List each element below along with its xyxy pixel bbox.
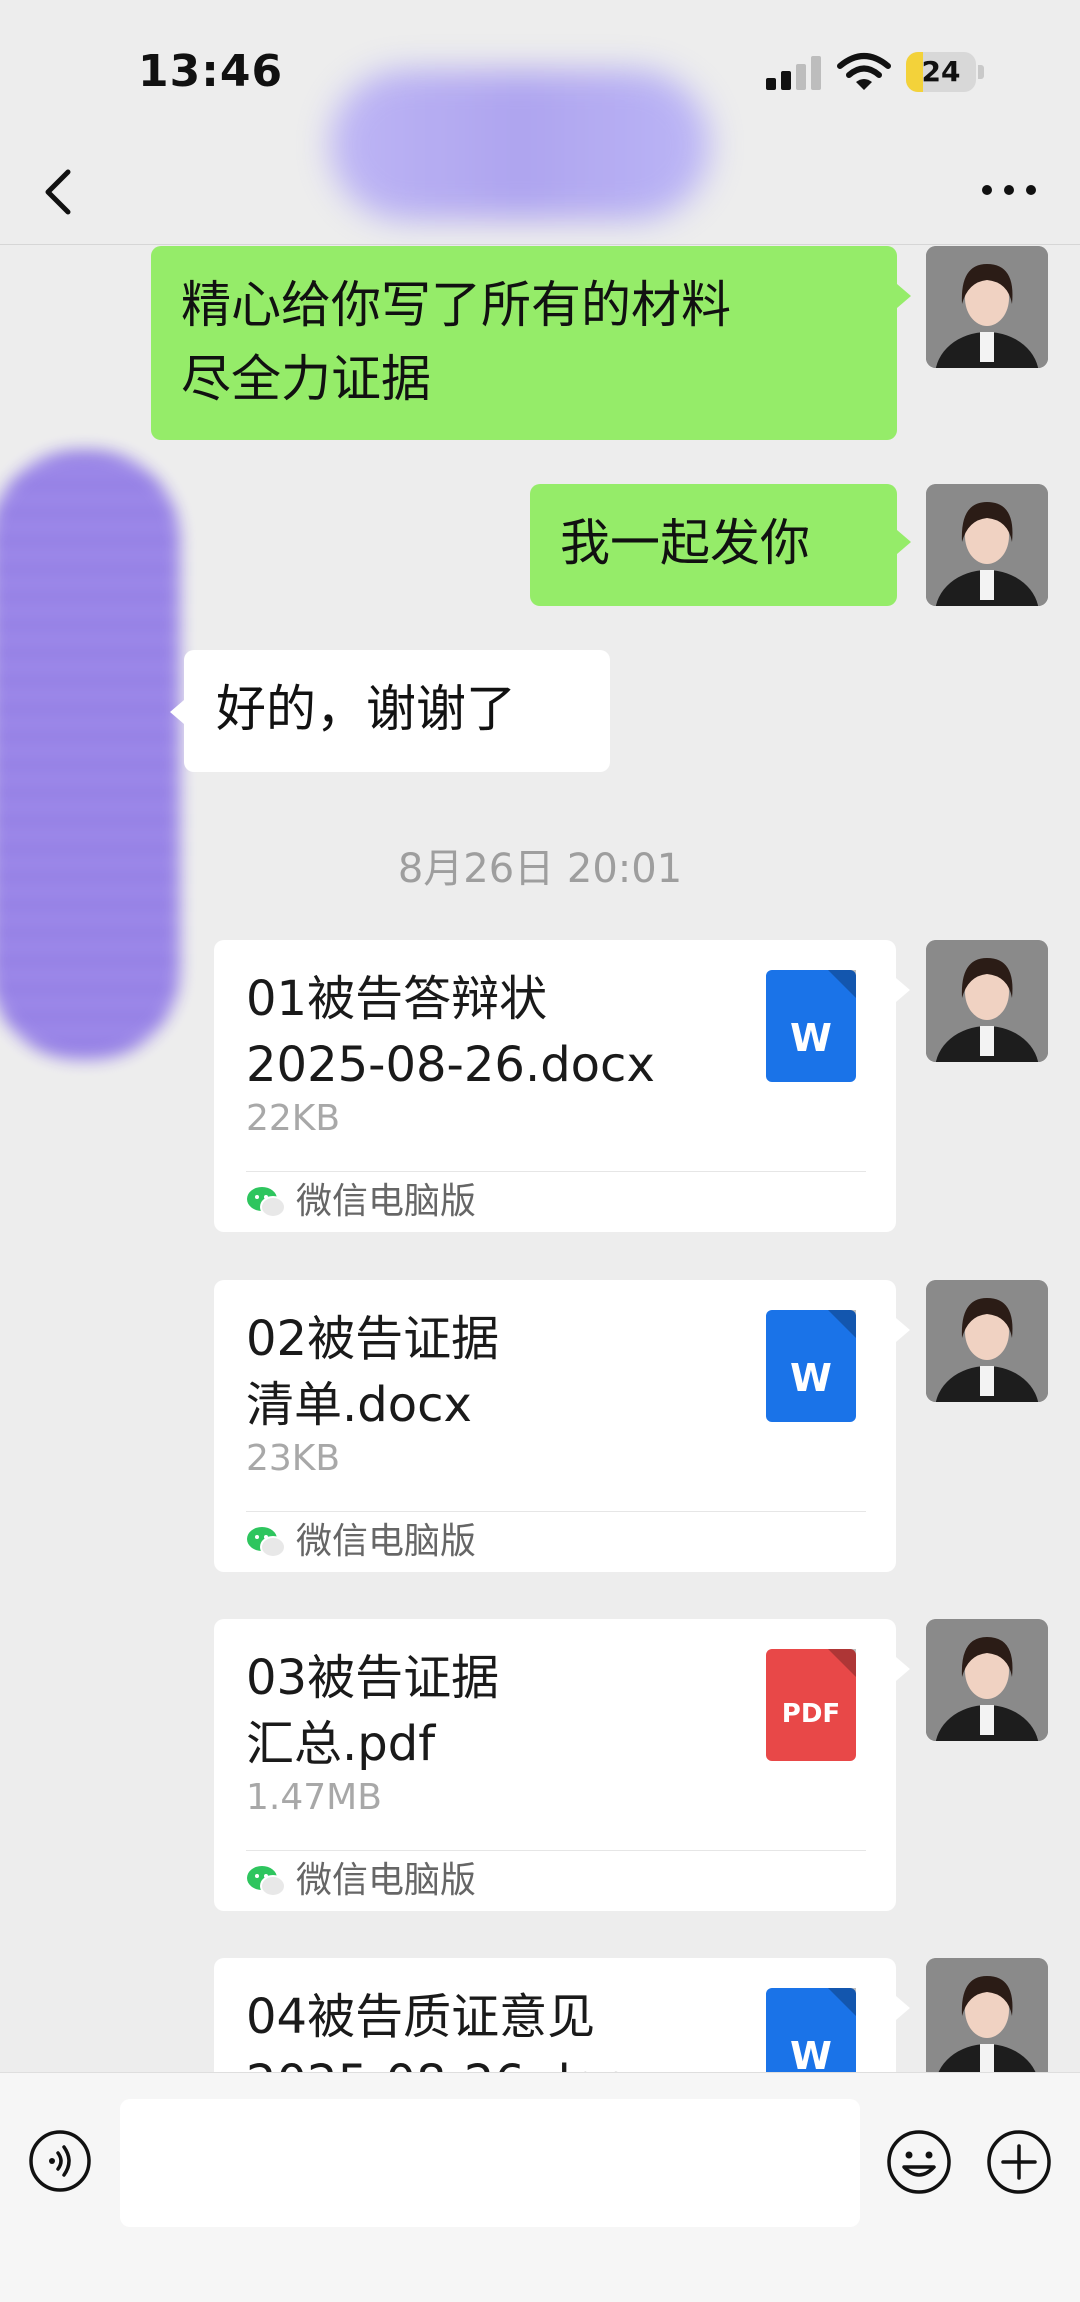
word-doc-icon: W xyxy=(766,970,856,1082)
file-size: 23KB xyxy=(246,1438,341,1479)
bubble-tail xyxy=(170,700,184,724)
wechat-icon xyxy=(247,1187,286,1218)
card-divider xyxy=(246,1171,866,1172)
file-name: 02被告证据 清单.docx xyxy=(246,1311,500,1433)
my-avatar[interactable] xyxy=(926,940,1048,1062)
file-message-card[interactable]: 01被告答辩状 2025-08-26.docx 22KB W 微信电脑版 xyxy=(214,940,896,1232)
file-type-label: W xyxy=(790,1016,832,1060)
file-type-label: W xyxy=(790,1356,832,1400)
file-source-label: 微信电脑版 xyxy=(296,1860,477,1901)
sent-message-bubble[interactable]: 精心给你写了所有的材料 尽全力证据 xyxy=(151,246,897,440)
my-avatar[interactable] xyxy=(926,1958,1048,2080)
message-text: 我一起发你 xyxy=(560,514,810,572)
my-avatar[interactable] xyxy=(926,246,1048,368)
battery-tip xyxy=(978,65,984,79)
voice-input-icon[interactable] xyxy=(28,2129,92,2193)
file-type-label: PDF xyxy=(781,1699,841,1729)
wifi-icon xyxy=(837,53,891,90)
file-message-card[interactable]: 02被告证据 清单.docx 23KB W 微信电脑版 xyxy=(214,1280,896,1572)
bubble-tail xyxy=(896,978,910,1002)
cellular-signal-icon xyxy=(766,56,821,90)
file-source-label: 微信电脑版 xyxy=(296,1521,477,1562)
back-chevron-icon[interactable] xyxy=(30,162,90,222)
emoji-icon[interactable] xyxy=(886,2129,952,2195)
file-size: 22KB xyxy=(246,1098,341,1139)
my-avatar[interactable] xyxy=(926,1619,1048,1741)
plus-icon[interactable] xyxy=(986,2129,1052,2195)
card-divider xyxy=(246,1850,866,1851)
clock: 13:46 xyxy=(138,46,284,97)
battery-indicator: 24 xyxy=(906,52,986,92)
sent-message-bubble[interactable]: 我一起发你 xyxy=(530,484,897,606)
word-doc-icon: W xyxy=(766,1310,856,1422)
bubble-tail xyxy=(896,1996,910,2020)
message-text: 好的，谢谢了 xyxy=(216,680,516,738)
card-divider xyxy=(246,1511,866,1512)
battery-icon: 24 xyxy=(906,52,976,92)
header-divider xyxy=(0,244,1080,245)
file-size: 1.47MB xyxy=(246,1777,382,1818)
received-message-bubble[interactable]: 好的，谢谢了 xyxy=(184,650,610,772)
message-text-line: 精心给你写了所有的材料 xyxy=(181,276,731,334)
chat-input-bar xyxy=(0,2072,1080,2302)
bubble-tail xyxy=(897,284,911,308)
pdf-doc-icon: PDF xyxy=(766,1649,856,1761)
contact-avatar-redacted xyxy=(0,450,180,1060)
message-input[interactable] xyxy=(120,2099,860,2227)
file-name: 01被告答辩状 2025-08-26.docx xyxy=(246,971,655,1093)
wechat-icon xyxy=(247,1866,286,1897)
bubble-tail xyxy=(896,1657,910,1681)
message-timestamp: 8月26日 20:01 xyxy=(397,846,683,892)
file-name: 03被告证据 汇总.pdf xyxy=(246,1650,500,1772)
more-options-icon[interactable] xyxy=(974,170,1044,210)
my-avatar[interactable] xyxy=(926,484,1048,606)
message-text-line: 尽全力证据 xyxy=(181,350,431,408)
battery-percent: 24 xyxy=(921,55,961,88)
file-source-label: 微信电脑版 xyxy=(296,1181,477,1222)
bubble-tail xyxy=(896,1318,910,1342)
wechat-icon xyxy=(247,1527,286,1558)
my-avatar[interactable] xyxy=(926,1280,1048,1402)
chat-title-redacted xyxy=(330,70,710,220)
bubble-tail xyxy=(897,530,911,554)
file-message-card[interactable]: 03被告证据 汇总.pdf 1.47MB PDF 微信电脑版 xyxy=(214,1619,896,1911)
